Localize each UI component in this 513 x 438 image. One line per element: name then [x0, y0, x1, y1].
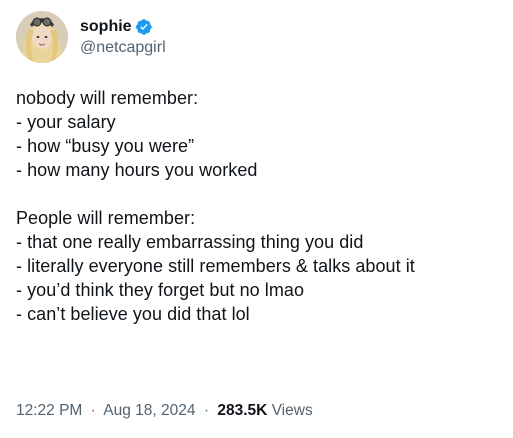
views-count[interactable]: 283.5K [217, 402, 267, 419]
tweet-meta: 12:22 PM · Aug 18, 2024 · 283.5K Views [16, 402, 313, 420]
name-row: sophie [80, 17, 166, 37]
views-label: Views [271, 402, 313, 419]
verified-badge-icon[interactable] [135, 18, 153, 36]
tweet-list-item: - can’t believe you did that lol [16, 304, 250, 324]
avatar[interactable] [16, 11, 68, 63]
tweet-list-item: - literally everyone still remembers & t… [16, 256, 415, 276]
display-name[interactable]: sophie [80, 17, 132, 37]
meta-separator: · [90, 402, 96, 419]
tweet-text: nobody will remember: - your salary - ho… [16, 86, 497, 326]
tweet-time[interactable]: 12:22 PM [16, 402, 82, 419]
tweet-list-item: - how “busy you were” [16, 136, 195, 156]
tweet-list-item: - how many hours you worked [16, 160, 258, 180]
tweet-date[interactable]: Aug 18, 2024 [103, 402, 195, 419]
tweet-list-item: - you’d think they forget but no lmao [16, 280, 305, 300]
tweet-header: sophie @netcapgirl [16, 0, 497, 66]
tweet-list-item: - that one really embarrassing thing you… [16, 232, 364, 252]
meta-separator: · [203, 402, 210, 419]
tweet-line-heading-2: People will remember: [16, 208, 196, 228]
avatar-image [16, 11, 68, 63]
tweet-list-item: - your salary [16, 112, 116, 132]
tweet-line-heading-1: nobody will remember: [16, 88, 199, 108]
author-handle[interactable]: @netcapgirl [80, 38, 166, 58]
author-names: sophie @netcapgirl [80, 17, 166, 58]
tweet-card: sophie @netcapgirl nobody will remember:… [0, 0, 513, 438]
